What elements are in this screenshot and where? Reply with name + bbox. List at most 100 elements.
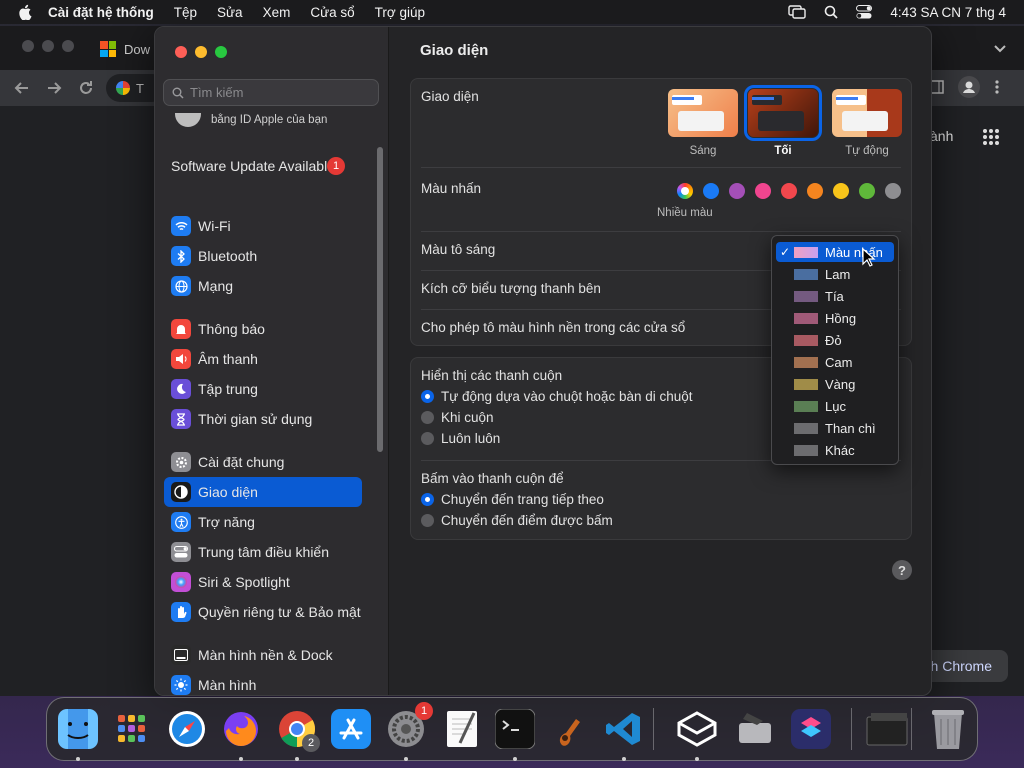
sidebar-item-bluetooth[interactable]: Bluetooth xyxy=(164,241,362,271)
sidebar-item-moon[interactable]: Tập trung xyxy=(164,374,362,404)
sidebar-item-speaker[interactable]: Âm thanh xyxy=(164,344,362,374)
trash-icon[interactable] xyxy=(925,706,971,752)
close-button[interactable] xyxy=(175,46,187,58)
highlight-color-option[interactable]: Đỏ xyxy=(776,330,894,350)
window-stack-icon[interactable] xyxy=(865,706,911,752)
reload-icon[interactable] xyxy=(76,78,96,98)
menu-window[interactable]: Cửa sổ xyxy=(310,5,354,20)
sidebar-item-appearance[interactable]: Giao diện xyxy=(164,477,362,507)
settings-sidebar: bằng ID Apple của bạn Software Update Av… xyxy=(155,27,389,695)
accent-color-swatch[interactable] xyxy=(755,183,771,199)
sidebar-item-hand[interactable]: Quyền riêng tư & Bảo mật xyxy=(164,597,362,627)
radio-button[interactable] xyxy=(421,514,434,527)
menu-file[interactable]: Tệp xyxy=(174,5,197,20)
radio-option[interactable]: Chuyển đến trang tiếp theo xyxy=(421,492,604,507)
accent-color-swatch[interactable] xyxy=(885,183,901,199)
accent-color-swatch[interactable] xyxy=(807,183,823,199)
back-arrow-icon[interactable] xyxy=(12,78,32,98)
accent-color-swatch[interactable] xyxy=(781,183,797,199)
divider xyxy=(421,231,901,232)
chrome-page-link[interactable]: ành xyxy=(930,128,953,144)
highlight-color-menu: ✓ Màu nhấn Lam Tía Hồng Đỏ Cam Vàng Lục Than chì K… xyxy=(771,235,899,465)
apple-id-row[interactable]: bằng ID Apple của bạn xyxy=(175,113,327,127)
launchpad-icon[interactable] xyxy=(109,706,155,752)
sidebar-scrollbar[interactable] xyxy=(377,147,383,452)
screen-mirroring-icon[interactable] xyxy=(788,5,807,19)
disk-utility-icon[interactable] xyxy=(732,706,778,752)
highlight-color-option[interactable]: Lục xyxy=(776,396,894,416)
forward-arrow-icon[interactable] xyxy=(44,78,64,98)
sidebar-item-siri[interactable]: Siri & Spotlight xyxy=(164,567,362,597)
sidebar-item-control-center[interactable]: Trung tâm điều khiển xyxy=(164,537,362,567)
highlight-color-option[interactable]: Than chì xyxy=(776,418,894,438)
sidebar-item-dock[interactable]: Màn hình nền & Dock xyxy=(164,640,362,670)
radio-option[interactable]: Chuyển đến điểm được bấm xyxy=(421,513,613,528)
sidebar-item-globe[interactable]: Mạng xyxy=(164,271,362,301)
terminal-icon[interactable] xyxy=(492,706,538,752)
cube-app-icon[interactable] xyxy=(674,706,720,752)
spotlight-search-icon[interactable] xyxy=(824,5,839,19)
radio-button[interactable] xyxy=(421,411,434,424)
highlight-color-option[interactable]: Cam xyxy=(776,352,894,372)
zoom-button[interactable] xyxy=(215,46,227,58)
menu-view[interactable]: Xem xyxy=(263,5,291,20)
menu-help[interactable]: Trợ giúp xyxy=(375,5,425,20)
highlight-color-option[interactable]: ✓ Màu nhấn xyxy=(776,242,894,262)
highlight-color-option[interactable]: Vàng xyxy=(776,374,894,394)
minimize-button[interactable] xyxy=(195,46,207,58)
accent-color-swatch[interactable] xyxy=(833,183,849,199)
apple-logo-icon[interactable] xyxy=(18,4,34,20)
highlight-color-option[interactable]: Lam xyxy=(776,264,894,284)
chrome-toolbar-right xyxy=(930,76,1000,98)
app-store-icon[interactable] xyxy=(328,706,374,752)
avatar xyxy=(175,113,201,127)
chrome-tab[interactable]: Dow xyxy=(100,34,150,64)
sidebar-search[interactable] xyxy=(163,79,379,106)
sidebar-item-wifi[interactable]: Wi-Fi xyxy=(164,211,362,241)
accent-color-swatch[interactable] xyxy=(729,183,745,199)
radio-button[interactable] xyxy=(421,493,434,506)
accent-color-swatch[interactable] xyxy=(677,183,693,199)
radio-button[interactable] xyxy=(421,432,434,445)
appearance-option-thumbnail[interactable] xyxy=(832,89,902,137)
sidebar-item-hourglass[interactable]: Thời gian sử dụng xyxy=(164,404,362,434)
shortcuts-icon[interactable] xyxy=(788,706,834,752)
highlight-color-label: Khác xyxy=(825,442,855,458)
radio-option[interactable]: Khi cuộn xyxy=(421,410,494,425)
mouse-pointer-icon xyxy=(862,248,876,267)
radio-button[interactable] xyxy=(421,390,434,403)
sidebar-item-accessibility[interactable]: Trợ năng xyxy=(164,507,362,537)
vscode-icon[interactable] xyxy=(601,706,647,752)
accent-color-swatch[interactable] xyxy=(703,183,719,199)
apps-grid-icon[interactable] xyxy=(982,128,1000,146)
chrome-menu-icon[interactable] xyxy=(994,79,1000,95)
search-input[interactable] xyxy=(190,85,360,100)
highlight-color-option[interactable]: Tía xyxy=(776,286,894,306)
dock-icon xyxy=(171,645,191,665)
highlight-color-option[interactable]: Khác xyxy=(776,440,894,460)
chevron-down-icon[interactable] xyxy=(992,40,1008,56)
sidepanel-icon[interactable] xyxy=(930,80,944,94)
finder-icon[interactable] xyxy=(55,706,101,752)
sidebar-item-gear[interactable]: Cài đặt chung xyxy=(164,447,362,477)
control-center-icon xyxy=(171,542,191,562)
menu-app-name[interactable]: Cài đặt hệ thống xyxy=(48,5,154,20)
sidebar-item-bell[interactable]: Thông báo xyxy=(164,314,362,344)
help-button[interactable]: ? xyxy=(892,560,912,580)
menu-clock[interactable]: 4:43 SA CN 7 thg 4 xyxy=(890,5,1006,20)
menu-edit[interactable]: Sửa xyxy=(217,5,243,20)
software-update-item[interactable]: Software Update Available 1 xyxy=(171,151,361,181)
appearance-option-thumbnail[interactable] xyxy=(744,85,822,141)
appearance-option-thumbnail[interactable] xyxy=(668,89,738,137)
accent-color-swatch[interactable] xyxy=(859,183,875,199)
textedit-icon[interactable] xyxy=(439,706,485,752)
firefox-icon[interactable] xyxy=(218,706,264,752)
radio-option[interactable]: Tự động dựa vào chuột hoặc bàn di chuột xyxy=(421,389,693,404)
profile-icon[interactable] xyxy=(958,76,980,98)
radio-option[interactable]: Luôn luôn xyxy=(421,431,500,446)
safari-icon[interactable] xyxy=(164,706,210,752)
sidebar-item-sun[interactable]: Màn hình xyxy=(164,670,362,695)
garageband-icon[interactable] xyxy=(547,706,593,752)
control-center-menu-icon[interactable] xyxy=(856,5,873,19)
highlight-color-option[interactable]: Hồng xyxy=(776,308,894,328)
